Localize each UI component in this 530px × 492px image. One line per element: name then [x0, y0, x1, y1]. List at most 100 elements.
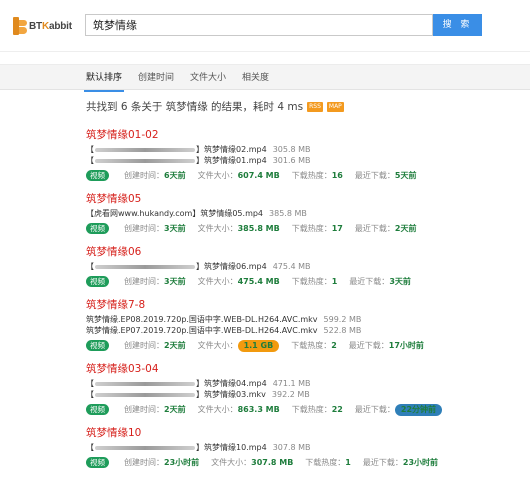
file-name: 筑梦情缘05.mp4 — [200, 209, 264, 218]
file-size: 392.2 MB — [271, 390, 310, 399]
result-title-link[interactable]: 筑梦情缘10 — [86, 426, 516, 440]
size-value: 307.8 MB — [251, 458, 294, 467]
file-name: 筑梦情缘04.mp4 — [204, 379, 267, 388]
redacted-text — [95, 147, 195, 152]
file-prefix: 【 — [86, 262, 94, 271]
size-label: 文件大小： — [197, 224, 238, 233]
result-item: 筑梦情缘01-02 【】筑梦情缘02.mp4 305.8 MB 【】筑梦情缘01.mp… — [86, 128, 516, 182]
file-size: 599.2 MB — [323, 315, 362, 324]
created-label: 创建时间： — [124, 224, 164, 233]
heat-label: 下载热度： — [291, 277, 332, 286]
header: BTKabbit 搜 索 — [0, 0, 530, 52]
redacted-text — [95, 381, 195, 386]
result-meta: 视频 创建时间： 2天前 文件大小： 1.1 GB 下载热度： 2 最近下载： 17小时前 — [86, 339, 516, 352]
recent-label: 最近下载： — [354, 405, 395, 414]
result-item: 筑梦情缘10 【】筑梦情缘10.mp4 307.8 MB 视频 创建时间： 23小时前 文件… — [86, 426, 516, 469]
results-list: 筑梦情缘01-02 【】筑梦情缘02.mp4 305.8 MB 【】筑梦情缘01.mp… — [86, 128, 516, 479]
heat-value: 16 — [331, 171, 343, 180]
file-prefix: 【 — [86, 390, 94, 399]
heat-value: 22 — [331, 405, 343, 414]
search-input[interactable] — [86, 15, 432, 35]
sort-tab[interactable]: 文件大小 — [190, 65, 226, 91]
file-size: 301.6 MB — [272, 156, 311, 165]
created-value: 23小时前 — [164, 458, 200, 467]
video-badge: 视频 — [86, 170, 109, 181]
recent-label: 最近下载： — [362, 458, 403, 467]
recent-label: 最近下载： — [354, 171, 395, 180]
file-entry: 【 】筑梦情缘02.mp4 305.8 MB — [86, 144, 516, 155]
result-item: 筑梦情缘05 【虎看网www.hukandy.com】筑梦情缘05.mp4 385.… — [86, 192, 516, 235]
result-summary: 共找到 6 条关于 筑梦情缘 的结果，耗时 4 ms RSS MAP — [86, 99, 344, 114]
file-name: 筑梦情缘.EP08.2019.720p.国语中字.WEB-DL.H264.AVC… — [86, 315, 318, 324]
sort-tab[interactable]: 相关度 — [242, 65, 269, 91]
file-prefix: 【 — [86, 156, 94, 165]
video-badge: 视频 — [86, 457, 109, 468]
created-value: 2天前 — [164, 405, 186, 414]
map-link[interactable]: MAP — [326, 101, 344, 112]
search-box — [85, 14, 433, 36]
video-badge: 视频 — [86, 404, 109, 415]
created-label: 创建时间： — [124, 341, 164, 350]
file-name: 筑梦情缘02.mp4 — [204, 145, 267, 154]
result-meta: 视频 创建时间： 6天前 文件大小： 607.4 MB 下载热度： 16 最近下载： 5天前 — [86, 169, 516, 182]
result-item: 筑梦情缘7-8 筑梦情缘.EP08.2019.720p.国语中字.WEB-DL.H… — [86, 298, 516, 352]
result-title-link[interactable]: 筑梦情缘7-8 — [86, 298, 516, 312]
result-meta: 视频 创建时间： 3天前 文件大小： 385.8 MB 下载热度： 17 最近下载： 2天前 — [86, 222, 516, 235]
file-entry: 【 】筑梦情缘06.mp4 475.4 MB — [86, 261, 516, 272]
file-size: 385.8 MB — [269, 209, 307, 218]
file-size: 475.4 MB — [272, 262, 311, 271]
recent-value: 23小时前 — [402, 458, 439, 467]
heat-label: 下载热度： — [291, 341, 332, 350]
file-bracket: 】 — [196, 262, 204, 271]
file-entry: 【 】筑梦情缘01.mp4 301.6 MB — [86, 155, 516, 166]
rabbit-logo-icon — [13, 17, 27, 35]
result-meta: 视频 创建时间： 2天前 文件大小： 863.3 MB 下载热度： 22 最近下载： 22分钟前 — [86, 403, 516, 416]
sort-tab[interactable]: 默认排序 — [83, 65, 125, 92]
recent-label: 最近下载： — [348, 341, 389, 350]
size-label: 文件大小： — [197, 171, 238, 180]
file-prefix: 【 — [86, 379, 94, 388]
created-label: 创建时间： — [124, 171, 164, 180]
result-meta: 视频 创建时间： 3天前 文件大小： 475.4 MB 下载热度： 1 最近下载： 3天前 — [86, 275, 516, 288]
result-item: 筑梦情缘06 【】筑梦情缘06.mp4 475.4 MB 视频 创建时间： 3天前 文件大小… — [86, 245, 516, 288]
created-value: 6天前 — [164, 171, 186, 180]
file-size: 307.8 MB — [272, 443, 311, 452]
rss-link[interactable]: RSS — [307, 101, 323, 112]
created-value: 3天前 — [164, 224, 186, 233]
logo-text: BTKabbit — [29, 20, 72, 32]
result-meta: 视频 创建时间： 23小时前 文件大小： 307.8 MB 下载热度： 1 最近下载： 23小时… — [86, 456, 516, 469]
redacted-text — [95, 158, 195, 163]
created-label: 创建时间： — [124, 405, 164, 414]
size-label: 文件大小： — [197, 277, 238, 286]
site-logo[interactable]: BTKabbit — [13, 16, 72, 36]
sort-tabs: 默认排序 创建时间 文件大小 相关度 — [83, 65, 285, 92]
file-bracket: 】 — [196, 443, 204, 452]
size-label: 文件大小： — [211, 458, 252, 467]
result-title-link[interactable]: 筑梦情缘03-04 — [86, 362, 516, 376]
result-item: 筑梦情缘03-04 【】筑梦情缘04.mp4 471.1 MB 【】筑梦情缘03.mk… — [86, 362, 516, 416]
heat-value: 2 — [331, 341, 337, 350]
video-badge: 视频 — [86, 340, 109, 351]
result-title-link[interactable]: 筑梦情缘05 — [86, 192, 516, 206]
sort-tabs-bar: 默认排序 创建时间 文件大小 相关度 — [0, 64, 530, 92]
search-button[interactable]: 搜 索 — [433, 14, 482, 36]
created-label: 创建时间： — [124, 458, 164, 467]
size-value: 475.4 MB — [237, 277, 280, 286]
recent-value: 2天前 — [394, 224, 417, 233]
video-badge: 视频 — [86, 276, 109, 287]
file-name: 筑梦情缘.EP07.2019.720p.国语中字.WEB-DL.H264.AVC… — [86, 326, 318, 335]
heat-label: 下载热度： — [291, 405, 332, 414]
file-prefix: 【 — [86, 443, 94, 452]
file-prefix: 【 — [86, 145, 94, 154]
sort-tab[interactable]: 创建时间 — [138, 65, 174, 91]
recent-value: 5天前 — [394, 171, 417, 180]
file-prefix: 【虎看网www.hukandy.com】 — [86, 209, 201, 218]
result-title-link[interactable]: 筑梦情缘01-02 — [86, 128, 516, 142]
file-entry: 【 】筑梦情缘04.mp4 471.1 MB — [86, 378, 516, 389]
file-entry: 【 】筑梦情缘03.mkv 392.2 MB — [86, 389, 516, 400]
heat-label: 下载热度： — [291, 171, 332, 180]
size-value: 607.4 MB — [237, 171, 280, 180]
file-entry: 【 】筑梦情缘10.mp4 307.8 MB — [86, 442, 516, 453]
file-size: 522.8 MB — [323, 326, 362, 335]
result-title-link[interactable]: 筑梦情缘06 — [86, 245, 516, 259]
